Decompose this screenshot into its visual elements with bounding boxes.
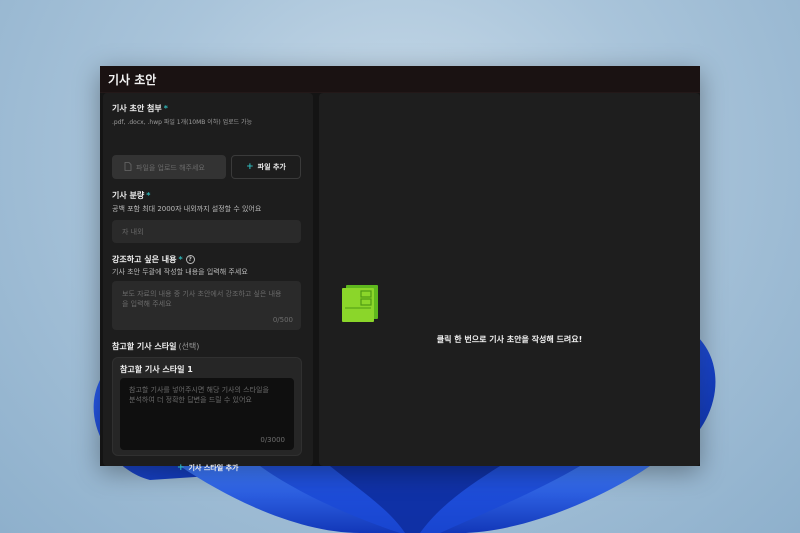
optional-note: (선택): [178, 342, 200, 351]
reference-placeholder-line2: 분석하여 더 정확한 답변을 드릴 수 있어요: [129, 396, 252, 404]
add-style-label: 기사 스타일 추가: [188, 464, 239, 472]
length-input[interactable]: 자 내외: [112, 220, 301, 243]
emphasis-counter: 0/500: [272, 316, 293, 324]
required-mark: *: [163, 104, 168, 113]
emphasis-label: 강조하고 싶은 내용 *?: [112, 254, 195, 265]
file-icon: [124, 162, 132, 171]
required-mark: *: [146, 191, 151, 200]
emphasis-label-text: 강조하고 싶은 내용: [112, 255, 177, 264]
reference-placeholder-line1: 참고할 기사를 넣어주시면 해당 기사의 스타일을: [129, 386, 269, 394]
length-hint: 공백 포함 최대 2000자 내외까지 설정할 수 있어요: [112, 205, 262, 213]
add-file-button[interactable]: + 파일 추가: [231, 155, 301, 179]
attach-hint: .pdf, .docx, .hwp 파일 1개(10MB 이하) 업로드 가능: [112, 119, 253, 126]
reference-style-label: 참고할 기사 스타일 (선택): [112, 341, 199, 352]
length-label: 기사 분량 *: [112, 190, 150, 201]
add-style-button[interactable]: + 기사 스타일 추가: [177, 463, 239, 473]
reference-counter: 0/3000: [260, 436, 285, 444]
add-file-label: 파일 추가: [257, 163, 286, 171]
plus-icon: +: [177, 463, 185, 473]
form-panel: 기사 초안 첨부 * .pdf, .docx, .hwp 파일 1개(10MB 이…: [103, 93, 313, 473]
help-icon[interactable]: ?: [185, 255, 195, 264]
reference-style-card: 참고할 기사 스타일 1 참고할 기사를 넣어주시면 해당 기사의 스타일을 분…: [112, 357, 302, 456]
length-label-text: 기사 분량: [112, 191, 145, 200]
plus-icon: +: [246, 162, 254, 172]
emphasis-placeholder-line1: 보도 자료의 내용 중 기사 초안에서 강조하고 싶은 내용: [122, 290, 282, 298]
file-upload-placeholder: 파일을 업로드 해주세요: [136, 164, 205, 172]
app-window: 기사 초안 기사 초안 첨부 * .pdf, .docx, .hwp 파일 1개(…: [100, 66, 700, 473]
window-title: 기사 초안: [108, 73, 157, 87]
reference-style-card-title: 참고할 기사 스타일 1: [120, 365, 193, 374]
attach-label-text: 기사 초안 첨부: [112, 104, 162, 113]
emphasis-placeholder-line2: 을 입력해 주세요: [122, 300, 172, 308]
length-placeholder: 자 내외: [122, 228, 144, 236]
title-bar: 기사 초안: [100, 66, 700, 93]
required-mark: *: [178, 255, 183, 264]
file-upload-field[interactable]: 파일을 업로드 해주세요: [112, 155, 226, 179]
emphasis-hint: 기사 초안 두괄에 작성할 내용을 입력해 주세요: [112, 268, 248, 276]
emphasis-textarea[interactable]: 보도 자료의 내용 중 기사 초안에서 강조하고 싶은 내용 을 입력해 주세요…: [112, 281, 301, 330]
reference-style-textarea[interactable]: 참고할 기사를 넣어주시면 해당 기사의 스타일을 분석하여 더 정확한 답변을…: [120, 378, 294, 450]
reference-style-label-text: 참고할 기사 스타일: [112, 342, 177, 351]
empty-state-message: 클릭 한 번으로 기사 초안을 작성해 드려요!: [436, 335, 583, 344]
result-panel: [319, 93, 700, 466]
attach-label: 기사 초안 첨부 *: [112, 103, 168, 114]
green-document-icon: [342, 285, 378, 322]
